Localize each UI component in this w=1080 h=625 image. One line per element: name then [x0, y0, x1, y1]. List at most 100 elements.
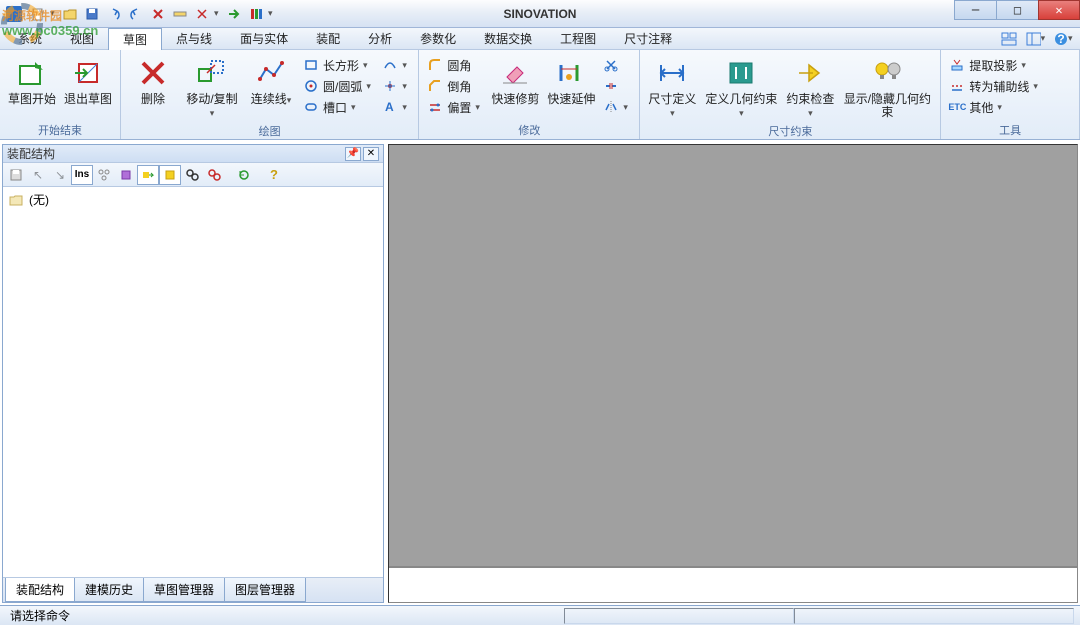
qat-arrow-icon[interactable] [224, 4, 244, 24]
extra-draw-3[interactable]: A▾ [380, 97, 412, 117]
svg-text:?: ? [1057, 32, 1064, 46]
app-icon[interactable] [6, 6, 22, 22]
tree-root-item[interactable]: (无) [9, 191, 377, 208]
quick-access-toolbar: ▾ ▾ ▾ [28, 4, 276, 24]
tab-layer-manager[interactable]: 图层管理器 [224, 578, 306, 602]
chamfer-icon [427, 78, 443, 94]
menu-analysis[interactable]: 分析 [354, 28, 406, 49]
pin-icon[interactable]: 📌 [345, 147, 361, 161]
panel-header: 装配结构 📌 ✕ [3, 145, 383, 163]
etc-button[interactable]: ETC其他▾ [947, 97, 1043, 117]
layout-icon[interactable] [998, 30, 1020, 48]
move-copy-icon [196, 57, 228, 89]
geo-constraint-button[interactable]: 定义几何约束▾ [702, 55, 780, 122]
save-icon[interactable] [5, 165, 27, 185]
ribbon-group-tools: 提取投影▾ 转为辅助线▾ ETC其他▾ 工具 [941, 50, 1080, 139]
qat-save-icon[interactable] [82, 4, 102, 24]
qat-ruler-icon[interactable] [170, 4, 190, 24]
dropdown-icon[interactable]: ▾ [50, 8, 58, 19]
scissors-icon [603, 57, 619, 73]
qat-open-icon[interactable] [60, 4, 80, 24]
goto-icon[interactable] [137, 165, 159, 185]
dropdown-icon[interactable]: ▾ [268, 8, 276, 19]
menu-dimension[interactable]: 尺寸注释 [610, 28, 686, 49]
menu-surface-solid[interactable]: 面与实体 [226, 28, 302, 49]
find-next-icon[interactable] [203, 165, 225, 185]
minimize-button[interactable]: ─ [954, 0, 996, 20]
qat-redo-icon[interactable] [126, 4, 146, 24]
qat-undo-icon[interactable] [104, 4, 124, 24]
extra-modify-3[interactable]: ▾ [601, 97, 633, 117]
extra-modify-1[interactable] [601, 55, 633, 75]
show-hide-constraint-button[interactable]: 显示/隐藏几何约束 [840, 55, 934, 121]
rect-icon [303, 57, 319, 73]
menu-parametric[interactable]: 参数化 [406, 28, 470, 49]
menu-view[interactable]: 视图 [56, 28, 108, 49]
menu-data-exchange[interactable]: 数据交换 [470, 28, 546, 49]
command-input[interactable] [789, 580, 1069, 598]
panel-icon[interactable]: ▾ [1026, 30, 1048, 48]
polyline-button[interactable]: 连续线▾ [245, 55, 297, 109]
rect-button[interactable]: 长方形▾ [301, 55, 376, 75]
ins-button[interactable]: Ins [71, 165, 93, 185]
maximize-button[interactable]: □ [996, 0, 1038, 20]
bulb-icon [871, 57, 903, 89]
slot-button[interactable]: 槽口▾ [301, 97, 376, 117]
polyline-icon [255, 57, 287, 89]
chamfer-button[interactable]: 倒角 [425, 76, 485, 96]
circle-icon [303, 78, 319, 94]
extra-draw-2[interactable]: ▾ [380, 76, 412, 96]
sketch-exit-button[interactable]: 退出草图 [62, 55, 114, 108]
close-panel-icon[interactable]: ✕ [363, 147, 379, 161]
highlight-icon[interactable] [159, 165, 181, 185]
menu-sketch[interactable]: 草图 [108, 28, 162, 50]
find-icon[interactable] [181, 165, 203, 185]
qat-delete-x-icon[interactable] [148, 4, 168, 24]
to-construction-button[interactable]: 转为辅助线▾ [947, 76, 1043, 96]
status-pane-1 [564, 608, 794, 624]
offset-icon [427, 99, 443, 115]
break-icon [603, 78, 619, 94]
qat-layers-icon[interactable] [246, 4, 266, 24]
extract-proj-button[interactable]: 提取投影▾ [947, 55, 1043, 75]
cube-icon[interactable] [115, 165, 137, 185]
tab-model-history[interactable]: 建模历史 [74, 578, 144, 602]
close-button[interactable]: ✕ [1038, 0, 1080, 20]
slot-icon [303, 99, 319, 115]
ribbon-group-modify: 圆角 倒角 偏置▾ 快速修剪 快速延伸 ▾ 修改 [419, 50, 640, 139]
geo-constraint-icon [725, 57, 757, 89]
assembly-tree[interactable]: (无) [3, 187, 383, 577]
menu-drawing[interactable]: 工程图 [546, 28, 610, 49]
tree-icon[interactable] [93, 165, 115, 185]
offset-button[interactable]: 偏置▾ [425, 97, 485, 117]
help-toolbar-icon[interactable]: ? [263, 165, 285, 185]
quick-trim-button[interactable]: 快速修剪 [489, 55, 541, 108]
help-icon[interactable]: ?▾ [1054, 30, 1076, 48]
fillet-button[interactable]: 圆角 [425, 55, 485, 75]
svg-text:A: A [385, 100, 394, 114]
qat-delete-small-icon[interactable] [192, 4, 212, 24]
refresh-icon[interactable] [233, 165, 255, 185]
tab-sketch-manager[interactable]: 草图管理器 [143, 578, 225, 602]
tab-assembly-structure[interactable]: 装配结构 [5, 578, 75, 602]
quick-extend-button[interactable]: 快速延伸 [545, 55, 597, 108]
3d-viewport[interactable] [388, 144, 1078, 603]
constraint-check-button[interactable]: 约束检查▾ [784, 55, 836, 122]
ribbon-group-start-end: 草图开始 退出草图 开始结束 [0, 50, 121, 139]
delete-button[interactable]: 删除 [127, 55, 179, 108]
arrow2-icon[interactable]: ↘ [49, 165, 71, 185]
fillet-icon [427, 57, 443, 73]
arrow1-icon[interactable]: ↖ [27, 165, 49, 185]
extra-modify-2[interactable] [601, 76, 633, 96]
dropdown-icon[interactable]: ▾ [214, 8, 222, 19]
dim-define-button[interactable]: 尺寸定义▾ [646, 55, 698, 122]
move-copy-button[interactable]: 移动/复制▾ [183, 55, 241, 122]
menu-system[interactable]: 系统 [4, 28, 56, 49]
circle-arc-button[interactable]: 圆/圆弧▾ [301, 76, 376, 96]
menu-assembly[interactable]: 装配 [302, 28, 354, 49]
menu-point-line[interactable]: 点与线 [162, 28, 226, 49]
sketch-start-button[interactable]: 草图开始 [6, 55, 58, 108]
extra-draw-1[interactable]: ▾ [380, 55, 412, 75]
spline-icon [382, 57, 398, 73]
qat-new-icon[interactable] [28, 4, 48, 24]
